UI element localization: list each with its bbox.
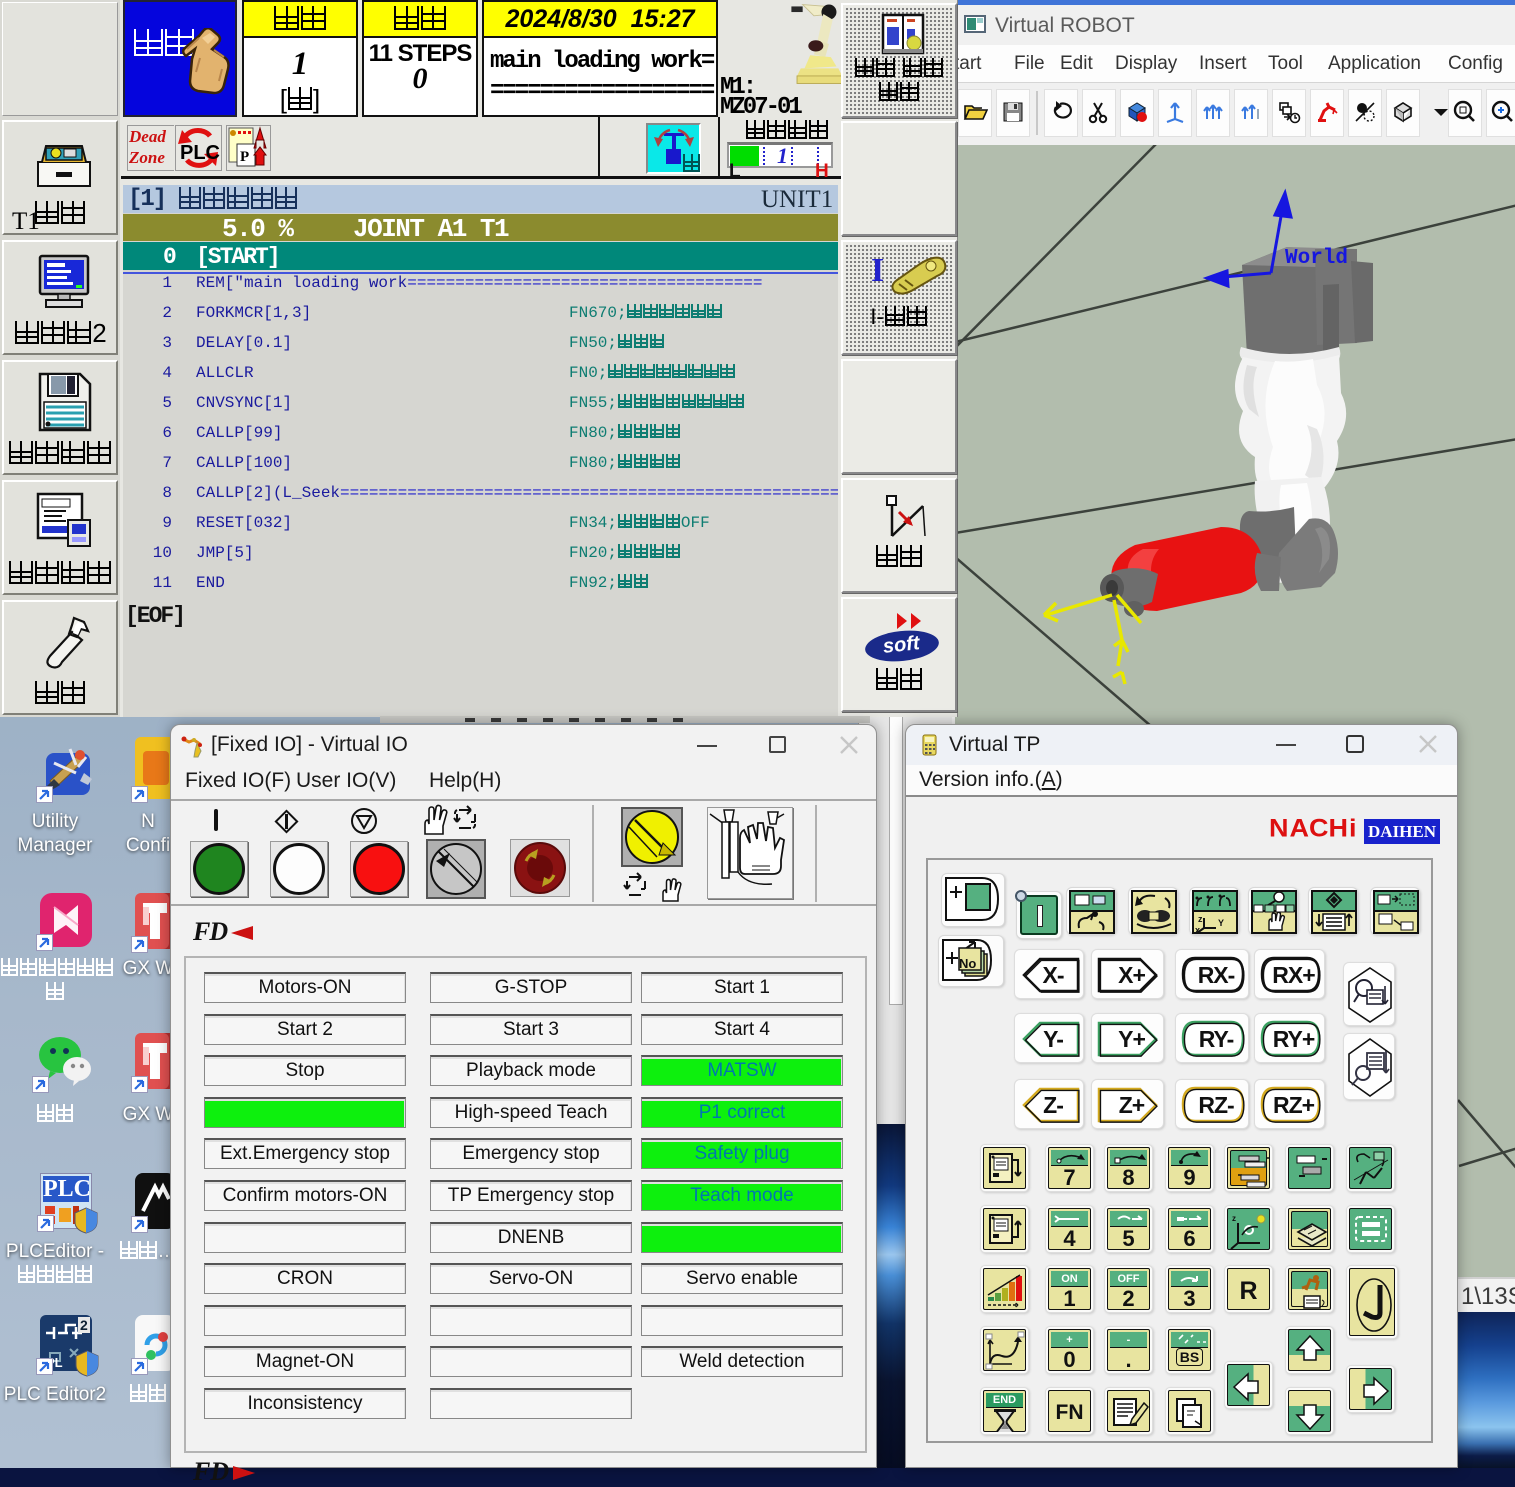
svg-text:RZ-: RZ- [1198,1092,1234,1118]
svg-text:Y: Y [1218,918,1224,928]
svg-text:RZ+: RZ+ [1273,1092,1315,1118]
svg-text:X+: X+ [1118,962,1145,988]
svg-text:z: z [1232,1214,1236,1223]
svg-text:Z+: Z+ [1119,1092,1145,1118]
svg-text:Y-: Y- [1043,1026,1063,1052]
svg-text:RY-: RY- [1199,1026,1234,1052]
svg-text:z: z [1198,914,1203,924]
svg-text:PLC: PLC [180,142,220,164]
svg-text:X-: X- [1043,962,1064,988]
svg-text:No: No [959,956,976,971]
svg-text:2: 2 [80,1317,88,1333]
svg-text:P: P [240,149,249,165]
svg-text:RX-: RX- [1198,962,1235,988]
svg-text:RX+: RX+ [1272,962,1315,988]
svg-text:World: World [1285,247,1348,270]
svg-text:x: x [1195,925,1200,934]
svg-text:Z-: Z- [1043,1092,1063,1118]
svg-text:Y+: Y+ [1118,1026,1145,1052]
svg-text:RY+: RY+ [1273,1026,1315,1052]
